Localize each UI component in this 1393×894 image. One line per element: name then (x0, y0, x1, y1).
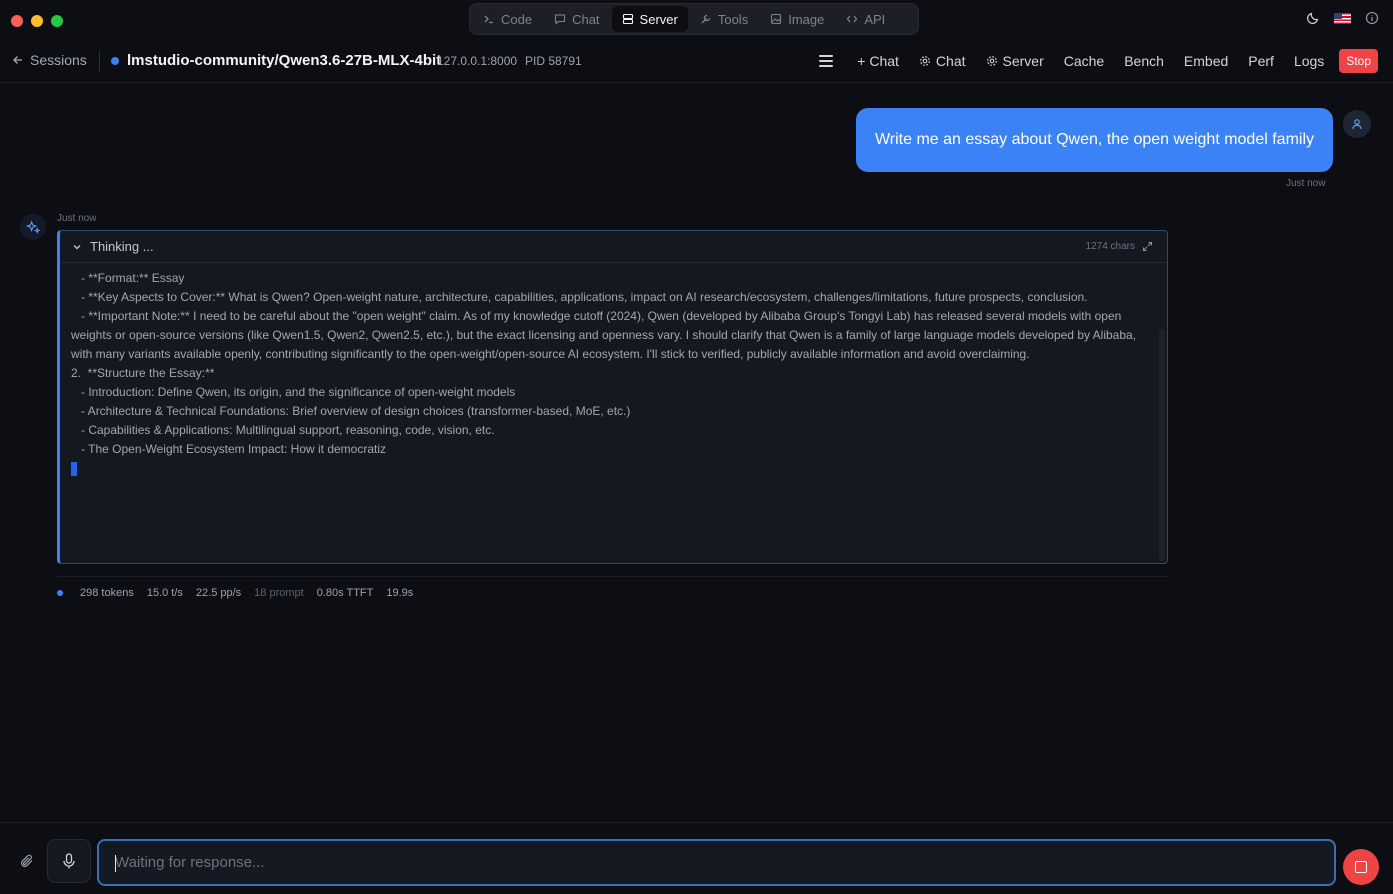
thinking-line: 2. **Structure the Essay:** (71, 366, 215, 380)
wrench-icon (701, 14, 710, 24)
menu-icon[interactable] (819, 55, 834, 67)
stop-server-button[interactable]: Stop (1339, 49, 1378, 73)
stats-divider (57, 576, 1168, 577)
text-caret (115, 855, 116, 872)
gear-icon (920, 56, 930, 66)
session-header: Sessions lmstudio-community/Qwen3.6-27B-… (0, 40, 1393, 83)
close-window-button[interactable] (11, 15, 23, 27)
composer-bar (0, 822, 1393, 894)
thinking-panel: Thinking ... 1274 chars - **Format:** Es… (57, 230, 1168, 564)
thinking-line: - Capabilities & Applications: Multiling… (71, 423, 495, 437)
minimize-window-button[interactable] (31, 15, 43, 27)
tab-code-label: Code (501, 11, 533, 27)
user-avatar (1343, 110, 1371, 138)
tab-server[interactable]: Server (611, 6, 688, 32)
microphone-button[interactable] (47, 839, 91, 883)
thinking-scrollbar[interactable] (1159, 329, 1165, 561)
message-input-wrapper (97, 839, 1336, 886)
paperclip-icon[interactable] (19, 853, 35, 869)
microphone-icon (63, 853, 75, 869)
process-id: PID 58791 (525, 54, 582, 68)
tab-api-label: API (864, 11, 886, 27)
tab-api[interactable]: API (836, 6, 895, 32)
gear-icon (986, 56, 997, 66)
chat-settings-button[interactable]: Chat (909, 49, 976, 73)
back-to-sessions-link[interactable]: Sessions (12, 52, 87, 68)
chevron-down-icon (73, 244, 81, 249)
header-divider (99, 51, 100, 71)
streaming-cursor (71, 462, 77, 476)
assistant-message-time: Just now (57, 213, 97, 224)
stat-prompt-tokens: 18 prompt (254, 587, 304, 599)
user-message-bubble: Write me an essay about Qwen, the open w… (856, 108, 1333, 172)
stat-elapsed: 19.9s (386, 587, 414, 599)
model-status-dot (111, 57, 119, 65)
server-settings-button[interactable]: Server (976, 49, 1054, 73)
server-address: 127.0.0.1:8000 (437, 54, 518, 68)
terminal-icon (484, 15, 493, 24)
user-icon (1352, 119, 1362, 130)
stat-speed: 15.0 t/s (146, 587, 183, 599)
sparkles-icon (25, 219, 41, 234)
thinking-line: - **Important Note:** I need to be caref… (71, 309, 1140, 361)
thinking-line: - Architecture & Technical Foundations: … (71, 404, 631, 418)
expand-icon[interactable] (1142, 241, 1153, 252)
header-actions: + Chat Chat Server Cache Bench Embed Per… (819, 49, 1378, 73)
mode-switcher: Code Chat Server Tools Image API (469, 3, 919, 35)
stats-status-dot (57, 590, 63, 596)
code-icon (847, 15, 858, 23)
stop-square-icon (1355, 861, 1367, 873)
tab-tools[interactable]: Tools (690, 6, 758, 32)
stop-generation-button[interactable] (1343, 849, 1379, 885)
perf-button[interactable]: Perf (1238, 49, 1284, 73)
cache-button[interactable]: Cache (1054, 49, 1114, 73)
window-titlebar: Code Chat Server Tools Image API (0, 0, 1393, 40)
model-name: lmstudio-community/Qwen3.6-27B-MLX-4bit (127, 52, 442, 69)
stat-tokens: 298 tokens (80, 587, 134, 599)
arrow-left-icon (13, 56, 22, 64)
tab-tools-label: Tools (717, 11, 749, 27)
thinking-title: Thinking ... (90, 239, 154, 254)
user-message-time: Just now (1286, 178, 1326, 189)
assistant-avatar (20, 214, 46, 240)
thinking-line: - **Format:** Essay (71, 271, 185, 285)
image-icon (771, 13, 782, 25)
moon-icon[interactable] (1306, 11, 1320, 25)
message-icon (555, 14, 566, 25)
info-icon[interactable] (1365, 11, 1379, 25)
message-input[interactable] (99, 841, 1334, 884)
chat-settings-label: Chat (935, 53, 966, 69)
thinking-line: - Introduction: Define Qwen, its origin,… (71, 385, 516, 399)
new-chat-button[interactable]: + Chat (847, 49, 909, 73)
tab-image[interactable]: Image (760, 6, 834, 32)
tab-chat-label: Chat (572, 11, 600, 27)
thinking-header[interactable]: Thinking ... 1274 chars (60, 231, 1167, 263)
bench-button[interactable]: Bench (1114, 49, 1174, 73)
back-label: Sessions (30, 52, 87, 68)
generation-stats: 298 tokens 15.0 t/s 22.5 pp/s 18 prompt … (57, 587, 413, 599)
thinking-line: - The Open-Weight Ecosystem Impact: How … (71, 442, 387, 456)
thinking-content: - **Format:** Essay - **Key Aspects to C… (71, 269, 1151, 482)
stat-ttft: 0.80s TTFT (316, 587, 374, 599)
thinking-char-count: 1274 chars (1085, 241, 1135, 252)
logs-button[interactable]: Logs (1284, 49, 1334, 73)
embed-button[interactable]: Embed (1174, 49, 1238, 73)
zoom-window-button[interactable] (51, 15, 63, 27)
us-flag-icon[interactable] (1334, 12, 1351, 24)
tab-image-label: Image (788, 11, 825, 27)
tab-server-label: Server (639, 11, 678, 27)
stat-prompt-speed: 22.5 pp/s (195, 587, 242, 599)
tab-code[interactable]: Code (473, 6, 542, 32)
server-settings-label: Server (1002, 53, 1044, 69)
tab-chat[interactable]: Chat (544, 6, 609, 32)
server-icon (622, 13, 633, 25)
thinking-line: - **Key Aspects to Cover:** What is Qwen… (71, 290, 1088, 304)
